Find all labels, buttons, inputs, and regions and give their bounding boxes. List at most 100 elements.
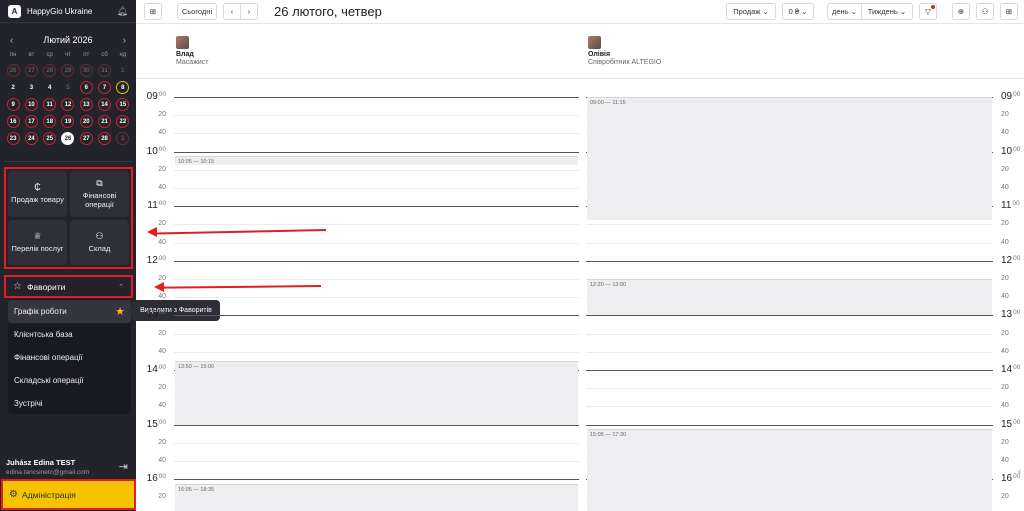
calendar-day[interactable]: 10 (24, 98, 38, 111)
calendar-day[interactable]: 19 (61, 115, 75, 128)
time-label: 1400 (136, 364, 166, 375)
calendar-day[interactable]: 28 (43, 64, 57, 77)
minute-label: 20 (1001, 275, 1009, 282)
time-label: 40 (136, 239, 166, 246)
calendar-day[interactable]: 1 (116, 132, 130, 145)
calendar-day[interactable]: 2 (7, 81, 20, 94)
calendar-day[interactable]: 28 (98, 132, 112, 145)
calendar-day[interactable]: 18 (43, 115, 57, 128)
week-dropdown[interactable]: Тиждень ⌄ (861, 3, 913, 20)
bell-icon[interactable]: 🔔︎ (117, 6, 128, 17)
calendar-day[interactable]: 25 (43, 132, 57, 145)
appointment-time: 13:50 — 15:00 (178, 363, 215, 370)
filter-button[interactable]: ▽ (919, 3, 937, 20)
prev-day-button[interactable]: ‹ (223, 3, 241, 20)
chevron-right-icon[interactable]: › (123, 35, 126, 46)
minute-label: 40 (1001, 402, 1009, 410)
staff-icon[interactable]: ⚇ (976, 3, 994, 20)
calendar-day[interactable]: 27 (24, 64, 38, 77)
time-label: 40 (136, 129, 166, 136)
chevron-left-icon[interactable]: ‹ (10, 35, 13, 46)
calendar-day[interactable]: 31 (98, 64, 112, 77)
appointment-time: 10:05 — 10:15 (178, 159, 215, 166)
calendar-day[interactable]: 21 (98, 115, 112, 128)
chevron-up-icon[interactable]: ⌃ (118, 283, 124, 291)
favorite-item[interactable]: Графік роботи ★ (8, 300, 131, 323)
favorite-item[interactable]: Клієнтська база (8, 323, 131, 346)
calendar-day[interactable]: 4 (43, 81, 56, 94)
favorites-title: Фаворити (26, 281, 66, 292)
financial-operations-icon: ⧉ (96, 177, 103, 188)
logo-icon[interactable]: A (8, 4, 21, 18)
product-sale-button[interactable]: ₵ Продаж товару (8, 171, 67, 217)
appointment-block[interactable]: 12:20 — 13:00 (587, 279, 992, 316)
administration-button[interactable]: ⚙ Адміністрація (1, 479, 136, 510)
time-label: 20 (1001, 111, 1024, 118)
favorite-item[interactable]: Зустрічі (8, 392, 131, 415)
time-label: 40 (1001, 457, 1024, 464)
calendar-day[interactable]: 26 (61, 132, 75, 145)
grid-line (174, 151, 579, 153)
star-filled-icon[interactable]: ★ (115, 305, 125, 318)
appointment-time: 12:20 — 13:00 (590, 282, 627, 288)
grid-view-icon[interactable]: ⊞ (144, 3, 162, 20)
next-day-button[interactable]: › (240, 3, 258, 20)
quick-actions-panel: ₵ Продаж товару ⧉ Фінансові операції ♕ Перелі… (4, 167, 133, 269)
calendar-day[interactable]: 17 (24, 115, 38, 128)
hour-label: 10 (146, 145, 158, 157)
appointment-block[interactable]: 09:00 — 11:15 (587, 97, 992, 220)
calendar-day[interactable]: 12 (61, 98, 75, 111)
zoom-icon[interactable]: ⊕ (952, 3, 970, 20)
minute-label: 20 (158, 438, 166, 446)
staff-header: Влад Масажист Олівія Співробітник ALTEGIO (136, 24, 1024, 79)
logout-icon[interactable]: ⇥ (119, 460, 128, 473)
notification-dot (931, 5, 935, 9)
day-range-dropdown[interactable]: день ⌄ (827, 3, 862, 20)
calendar-day[interactable]: 15 (116, 98, 130, 111)
calendar-day[interactable]: 30 (79, 64, 93, 77)
sales-dropdown[interactable]: Продаж ⌄ (726, 3, 776, 20)
services-list-button[interactable]: ♕ Перелік послуг (8, 219, 67, 265)
calendar-day[interactable]: 7 (98, 81, 112, 94)
warehouse-button[interactable]: ⚇ Склад (70, 219, 129, 265)
user-name: Juhász Edina TEST (6, 458, 76, 467)
minute-label: 00 (158, 145, 166, 153)
today-button[interactable]: Сьогодні (177, 3, 217, 20)
calendar-day[interactable]: 20 (79, 115, 93, 128)
calendar-day[interactable]: 16 (6, 115, 20, 128)
financial-operations-button[interactable]: ⧉ Фінансові операції (70, 171, 129, 217)
appointment-block[interactable]: 10:05 — 10:15 (175, 156, 578, 166)
calendar-day[interactable]: 6 (79, 81, 93, 94)
appointment-block[interactable]: 15:05 — 17:30 (587, 429, 992, 511)
cash-dropdown[interactable]: 0 ₴ ⌄ (782, 3, 814, 20)
calendar-day[interactable]: 9 (6, 98, 20, 111)
calendar-day[interactable]: 22 (116, 115, 130, 128)
company-name[interactable]: HappyGio Ukraine (27, 7, 117, 16)
favorite-item[interactable]: Складські операції (8, 369, 131, 392)
minute-label: 40 (1001, 293, 1009, 301)
sidebar: A HappyGio Ukraine 🔔︎ ‹ Лютий 2026 › пн в… (0, 0, 136, 511)
staff-column-header[interactable]: Олівія Співробітник ALTEGIO (588, 36, 661, 66)
time-label: 40 (136, 293, 166, 300)
grid-icon[interactable]: ⊞ (1000, 3, 1018, 20)
calendar-day[interactable]: 29 (61, 64, 75, 77)
calendar-day[interactable]: 26 (6, 64, 20, 77)
calendar-day[interactable]: 14 (98, 98, 112, 111)
calendar-day[interactable]: 5 (61, 81, 74, 94)
calendar-day[interactable]: 8 (116, 81, 130, 94)
calendar-day[interactable]: 3 (25, 81, 38, 94)
favorite-item[interactable]: Фінансові операції (8, 346, 131, 369)
favorites-header[interactable]: ☆ Фаворити ⌃ (4, 275, 133, 298)
time-label: 20 (136, 166, 166, 173)
calendar-day[interactable]: 27 (79, 132, 93, 145)
calendar-day[interactable]: 24 (24, 132, 38, 145)
appointment-block[interactable]: 13:50 — 15:00 (175, 360, 578, 425)
calendar-day[interactable]: 11 (43, 98, 57, 111)
calendar-day[interactable]: 13 (79, 98, 93, 111)
calendar-day[interactable]: 23 (6, 132, 20, 145)
appointment-block[interactable]: 16:05 — 18:35 (175, 483, 578, 511)
calendar-day[interactable]: 1 (116, 64, 129, 77)
staff-column-header[interactable]: Влад Масажист (176, 36, 209, 66)
time-label: 1600 (136, 473, 166, 484)
hour-label: 09 (146, 91, 158, 102)
